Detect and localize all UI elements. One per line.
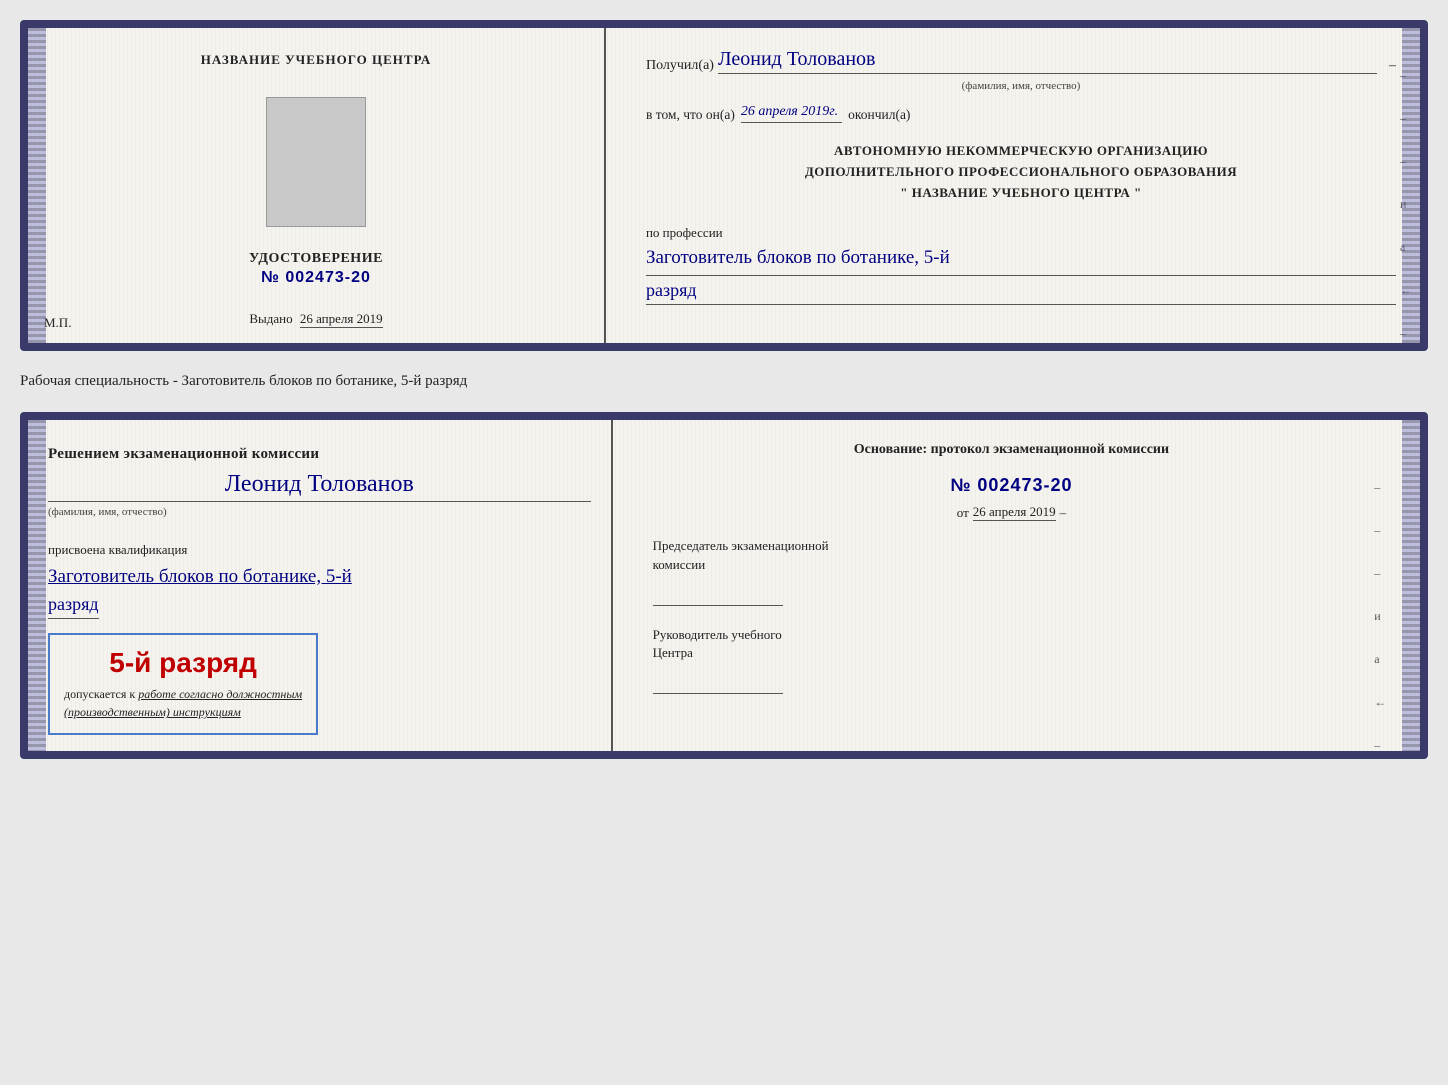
from-date: 26 апреля 2019	[973, 504, 1056, 521]
recipient-sublabel: (фамилия, имя, отчество)	[646, 80, 1396, 92]
card1-left-panel: НАЗВАНИЕ УЧЕБНОГО ЦЕНТРА УДОСТОВЕРЕНИЕ №…	[28, 28, 606, 343]
profession-block: по профессии Заготовитель блоков по бота…	[646, 225, 1396, 305]
chairman-role2: комиссии	[653, 557, 706, 572]
recipient-name: Леонид Толованов	[718, 48, 1377, 74]
stamp-box: 5-й разряд допускается к работе согласно…	[48, 633, 318, 735]
date-handwritten: 26 апреля 2019г.	[741, 104, 842, 123]
issued-date: 26 апреля 2019	[300, 311, 383, 328]
rank-handwritten: разряд	[646, 280, 1396, 305]
training-center-label: НАЗВАНИЕ УЧЕБНОГО ЦЕНТРА	[201, 52, 432, 69]
basis-title: Основание: протокол экзаменационной коми…	[653, 440, 1371, 460]
stamp-admission: допускается к работе согласно должностны…	[64, 685, 302, 721]
issued-prefix: Выдано	[249, 311, 292, 326]
org-line2: ДОПОЛНИТЕЛЬНОГО ПРОФЕССИОНАЛЬНОГО ОБРАЗО…	[646, 162, 1396, 183]
person-sublabel: (фамилия, имя, отчество)	[48, 506, 167, 518]
stamp-italic2: (производственным) инструкциям	[64, 705, 241, 719]
manager-signature-line	[653, 680, 783, 694]
rank2-handwritten: разряд	[48, 594, 99, 619]
cert-text: в том, что он(а)	[646, 107, 735, 123]
protocol-number: № 002473-20	[653, 475, 1371, 496]
recipient-prefix: Получил(а)	[646, 58, 714, 74]
stamp-italic: работе согласно должностным	[138, 687, 302, 701]
chairman-role: Председатель экзаменационной комиссии	[653, 537, 1371, 573]
qualification-handwritten: Заготовитель блоков по ботанике, 5-й	[48, 564, 352, 591]
card1-right-panel: Получил(а) Леонид Толованов – (фамилия, …	[622, 28, 1420, 343]
finished-label: окончил(а)	[848, 107, 910, 123]
manager-role1: Руководитель учебного	[653, 627, 782, 642]
card2-left-panel: Решением экзаменационной комиссии Леонид…	[28, 420, 613, 752]
photo-placeholder	[266, 97, 366, 227]
cert-date-line: в том, что он(а) 26 апреля 2019г. окончи…	[646, 104, 1396, 123]
dash-after-name: –	[1389, 58, 1396, 74]
commission-title: Решением экзаменационной комиссии	[48, 444, 319, 465]
stamp-rank: 5-й разряд	[64, 647, 302, 679]
right-border-deco	[1402, 28, 1420, 343]
right-border-deco-2	[1402, 420, 1420, 752]
cert-title: УДОСТОВЕРЕНИЕ	[249, 251, 383, 267]
org-block: АВТОНОМНУЮ НЕКОММЕРЧЕСКУЮ ОРГАНИЗАЦИЮ ДО…	[646, 141, 1396, 203]
mp-label: М.П.	[44, 315, 71, 331]
cert-number: № 002473-20	[261, 269, 371, 287]
org-line1: АВТОНОМНУЮ НЕКОММЕРЧЕСКУЮ ОРГАНИЗАЦИЮ	[646, 141, 1396, 162]
profession-label: по профессии	[646, 225, 1396, 241]
from-date-line: от 26 апреля 2019 –	[653, 504, 1371, 521]
person-name: Леонид Толованов	[48, 471, 591, 502]
chairman-role1: Председатель экзаменационной	[653, 538, 829, 553]
org-line3: " НАЗВАНИЕ УЧЕБНОГО ЦЕНТРА "	[646, 183, 1396, 204]
recipient-line: Получил(а) Леонид Толованов –	[646, 48, 1396, 74]
from-prefix: от	[957, 505, 969, 521]
qualification-label: присвоена квалификация	[48, 542, 187, 558]
manager-role: Руководитель учебного Центра	[653, 626, 1371, 662]
issued-line: Выдано 26 апреля 2019	[249, 311, 382, 327]
right-dashes-2: – – – и а ← – – – –	[1374, 480, 1386, 760]
certificate-card-1: НАЗВАНИЕ УЧЕБНОГО ЦЕНТРА УДОСТОВЕРЕНИЕ №…	[20, 20, 1428, 351]
signatory-block-manager: Руководитель учебного Центра	[653, 626, 1371, 694]
signatory-block-chairman: Председатель экзаменационной комиссии	[653, 537, 1371, 605]
page-wrapper: НАЗВАНИЕ УЧЕБНОГО ЦЕНТРА УДОСТОВЕРЕНИЕ №…	[20, 20, 1428, 759]
manager-role2: Центра	[653, 645, 693, 660]
stamp-line1: допускается к	[64, 687, 135, 701]
certificate-card-2: Решением экзаменационной комиссии Леонид…	[20, 412, 1428, 760]
specialty-label: Рабочая специальность - Заготовитель бло…	[20, 369, 1428, 394]
card2-right-panel: Основание: протокол экзаменационной коми…	[629, 420, 1395, 752]
chairman-signature-line	[653, 592, 783, 606]
profession-handwritten: Заготовитель блоков по ботанике, 5-й	[646, 245, 1396, 276]
